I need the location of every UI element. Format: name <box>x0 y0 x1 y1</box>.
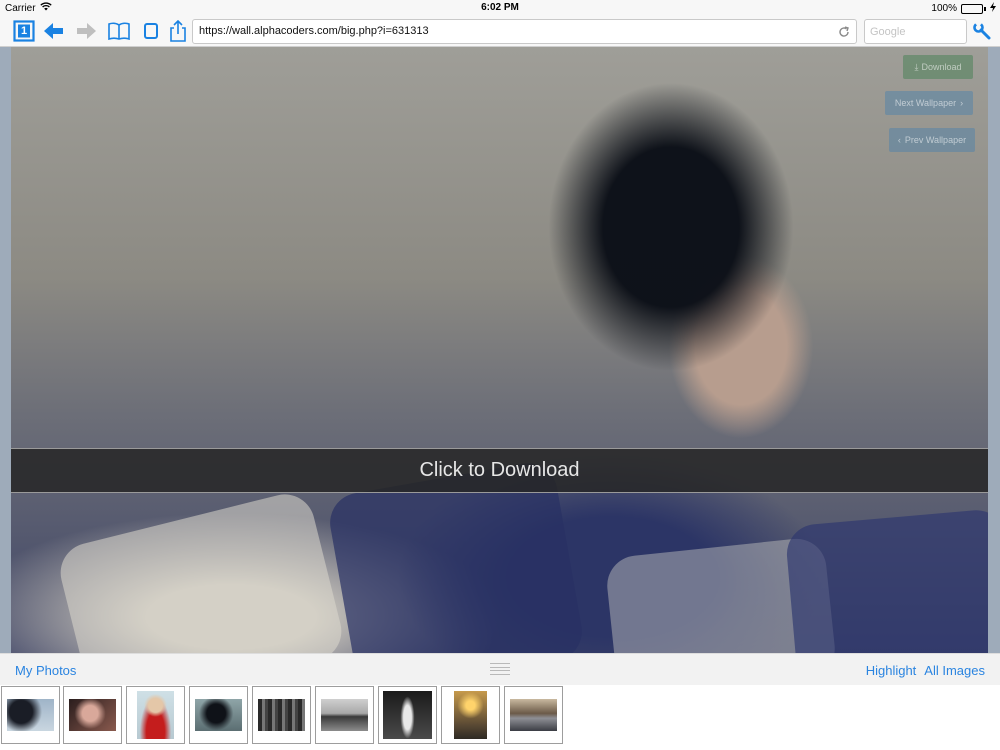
status-time: 6:02 PM <box>481 2 519 13</box>
url-text: https://wall.alphacoders.com/big.php?i=6… <box>199 25 429 37</box>
address-bar[interactable]: https://wall.alphacoders.com/big.php?i=6… <box>192 19 857 44</box>
status-right: 100% <box>931 2 996 15</box>
prev-wallpaper-label: Prev Wallpaper <box>904 135 967 145</box>
charging-icon <box>990 2 996 15</box>
wallpaper-image[interactable]: ⤓ Download Next Wallpaper › ‹ Prev Wallp… <box>11 47 988 653</box>
thumbnail-7[interactable] <box>378 686 437 744</box>
drag-handle-icon[interactable] <box>490 663 510 675</box>
bottom-right-links: Highlight All Images <box>866 663 985 678</box>
bookmarks-icon[interactable] <box>107 19 131 43</box>
thumbnail-8[interactable] <box>441 686 500 744</box>
all-images-link[interactable]: All Images <box>924 663 985 678</box>
thumbnail-5[interactable] <box>252 686 311 744</box>
forward-arrow-icon[interactable] <box>74 19 98 43</box>
photos-bar: My Photos Highlight All Images <box>0 653 1000 685</box>
thumbnail-strip <box>0 685 1000 750</box>
thumbnail-3[interactable] <box>126 686 185 744</box>
tabs-icon[interactable]: 1 <box>12 19 36 43</box>
next-wallpaper-label: Next Wallpaper <box>894 98 957 108</box>
download-label: Download <box>921 62 962 72</box>
back-arrow-icon[interactable] <box>42 19 66 43</box>
search-field[interactable] <box>864 19 967 44</box>
status-bar: Carrier 6:02 PM 100% <box>0 0 1000 16</box>
web-content: ⤓ Download Next Wallpaper › ‹ Prev Wallp… <box>0 47 1000 653</box>
download-icon: ⤓ <box>914 61 919 72</box>
click-to-download-label: Click to Download <box>419 459 580 481</box>
page-icon[interactable] <box>139 19 163 43</box>
search-input[interactable] <box>865 20 966 43</box>
wrench-icon[interactable] <box>970 19 994 43</box>
thumbnail-1[interactable] <box>1 686 60 744</box>
thumbnail-9[interactable] <box>504 686 563 744</box>
click-to-download-bar[interactable]: Click to Download <box>11 448 988 493</box>
prev-wallpaper-button[interactable]: ‹ Prev Wallpaper <box>889 128 975 152</box>
browser-toolbar: 1 https://wall.alphacoders.com/big.php?i… <box>0 16 1000 47</box>
battery-percent: 100% <box>931 3 957 14</box>
thumbnail-6[interactable] <box>315 686 374 744</box>
next-wallpaper-button[interactable]: Next Wallpaper › <box>885 91 973 115</box>
chevron-right-icon: › <box>960 98 964 108</box>
thumbnail-2[interactable] <box>63 686 122 744</box>
share-icon[interactable] <box>166 19 190 43</box>
battery-icon <box>961 3 986 14</box>
chevron-left-icon: ‹ <box>897 135 901 145</box>
highlight-link[interactable]: Highlight <box>866 663 917 678</box>
thumbnail-4[interactable] <box>189 686 248 744</box>
download-button[interactable]: ⤓ Download <box>903 55 973 79</box>
tab-count: 1 <box>20 25 28 37</box>
reload-icon[interactable] <box>837 25 851 39</box>
my-photos-link[interactable]: My Photos <box>15 663 76 678</box>
